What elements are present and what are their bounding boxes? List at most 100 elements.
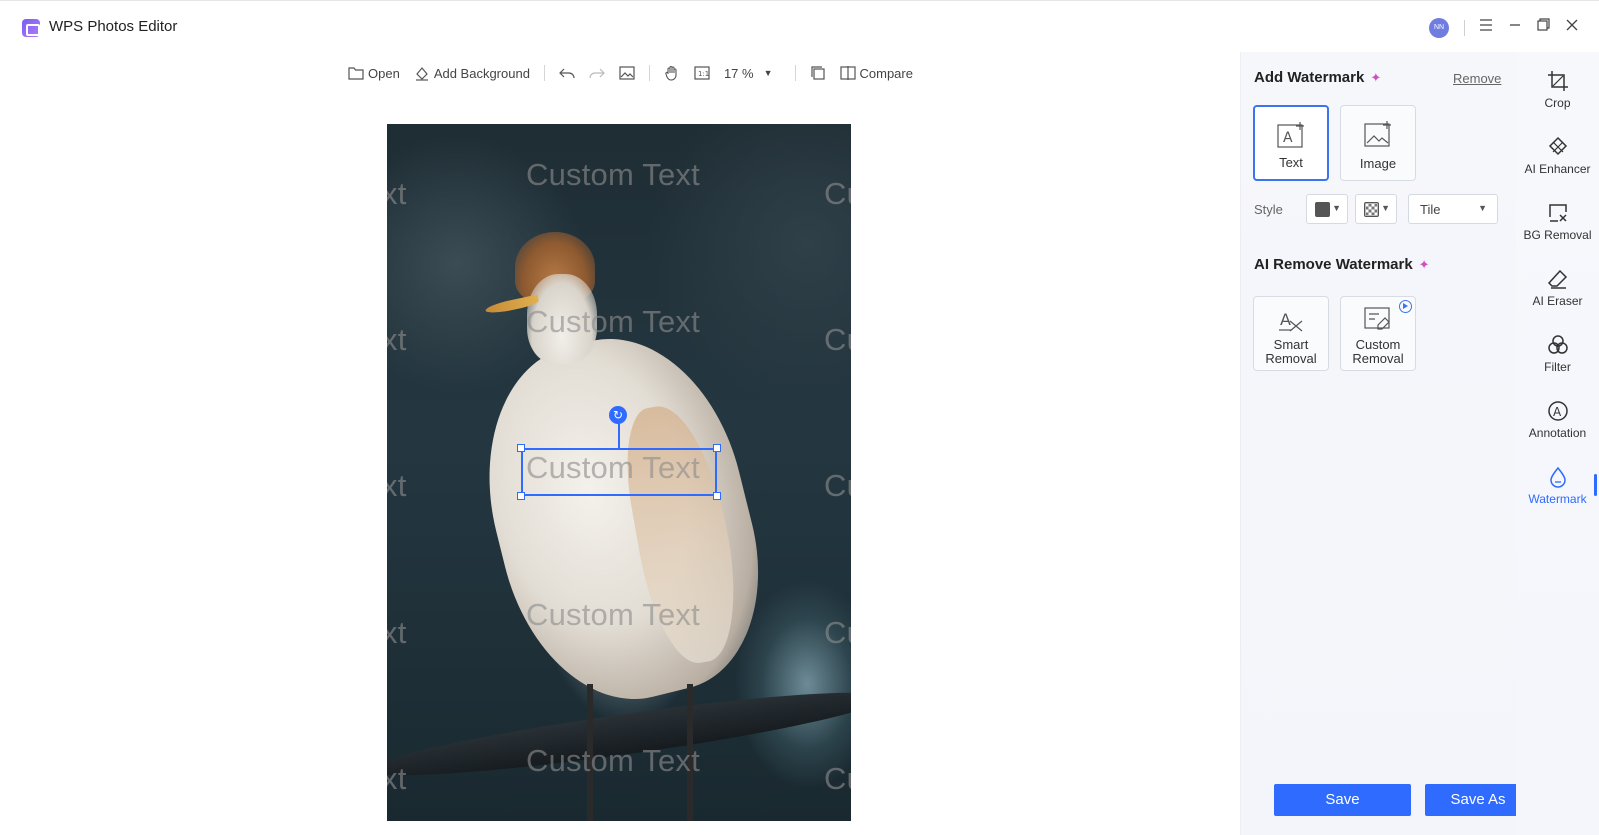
toolbar-divider bbox=[794, 65, 796, 81]
watermark-panel: Add Watermark ✦ Remove A Text Image Style… bbox=[1240, 52, 1516, 835]
watermark-text-fragment: Cu bbox=[824, 322, 851, 357]
add-background-label: Add Background bbox=[433, 65, 530, 81]
watermark-text: Custom Text bbox=[526, 304, 700, 339]
hand-icon bbox=[665, 65, 677, 81]
close-icon[interactable] bbox=[1562, 17, 1582, 37]
custom-removal-icon bbox=[1364, 307, 1390, 330]
text-add-icon: A bbox=[1277, 122, 1304, 148]
compare-button[interactable]: Compare bbox=[839, 65, 913, 81]
watermark-text: Custom Text bbox=[526, 743, 700, 778]
layout-value: Tile bbox=[1420, 202, 1441, 217]
app-logo-icon bbox=[22, 19, 40, 37]
svg-text:A: A bbox=[1553, 405, 1562, 419]
smart-removal-line2: Removal bbox=[1265, 351, 1317, 366]
zoom-level[interactable]: 17 % bbox=[724, 66, 754, 81]
add-watermark-title: Add Watermark ✦ bbox=[1254, 69, 1381, 86]
menu-icon[interactable] bbox=[1476, 17, 1496, 37]
resize-handle[interactable] bbox=[517, 492, 525, 500]
rail-item-watermark[interactable]: Watermark bbox=[1516, 466, 1599, 526]
resize-handle[interactable] bbox=[713, 492, 721, 500]
add-background-button[interactable]: Add Background bbox=[414, 65, 530, 81]
watermark-selection-box[interactable] bbox=[521, 448, 717, 496]
sparkle-icon: ✦ bbox=[1418, 257, 1430, 272]
remove-watermark-link[interactable]: Remove bbox=[1453, 71, 1501, 86]
rail-item-bg-removal[interactable]: BG Removal bbox=[1516, 202, 1599, 262]
rail-item-label: BG Removal bbox=[1523, 228, 1592, 242]
active-tab-indicator bbox=[1594, 474, 1597, 496]
rail-item-label: Filter bbox=[1544, 360, 1571, 374]
restore-icon[interactable] bbox=[1533, 17, 1553, 37]
color-picker-dropdown[interactable]: ▼ bbox=[1306, 194, 1348, 224]
compare-label: Compare bbox=[859, 65, 913, 81]
open-button[interactable]: Open bbox=[348, 66, 400, 81]
resize-handle[interactable] bbox=[713, 444, 721, 452]
redo-button[interactable] bbox=[589, 66, 605, 80]
play-tutorial-icon[interactable] bbox=[1399, 300, 1412, 313]
color-swatch bbox=[1315, 202, 1330, 217]
image-canvas[interactable]: Custom Text xt Cu Custom Text xt Cu Cust… bbox=[387, 124, 851, 821]
rail-item-ai-eraser[interactable]: AI Eraser bbox=[1516, 268, 1599, 328]
rail-item-label: Watermark bbox=[1528, 492, 1587, 506]
text-watermark-button[interactable]: A Text bbox=[1253, 105, 1329, 181]
image-icon bbox=[619, 66, 635, 80]
rotate-handle-icon[interactable]: ↻ bbox=[609, 406, 627, 424]
rail-item-label: Annotation bbox=[1528, 426, 1587, 440]
copy-icon bbox=[810, 66, 825, 80]
pan-tool-button[interactable] bbox=[664, 65, 680, 81]
minimize-icon[interactable] bbox=[1505, 17, 1525, 37]
user-avatar[interactable]: NN bbox=[1429, 18, 1449, 38]
opacity-dropdown[interactable]: ▼ bbox=[1355, 194, 1397, 224]
watermark-text-fragment: xt bbox=[387, 322, 407, 357]
custom-removal-label: Custom Removal bbox=[1341, 338, 1415, 366]
opacity-icon bbox=[1364, 202, 1379, 217]
rail-item-crop[interactable]: Crop bbox=[1516, 70, 1599, 130]
rail-item-filter[interactable]: Filter bbox=[1516, 334, 1599, 394]
tool-rail: Crop AI Enhancer BG Removal AI Eraser Fi… bbox=[1516, 52, 1599, 835]
resize-handle[interactable] bbox=[517, 444, 525, 452]
watermark-text-fragment: Cu bbox=[824, 468, 851, 503]
rail-item-label: AI Eraser bbox=[1532, 294, 1583, 308]
smart-removal-line1: Smart bbox=[1273, 337, 1309, 352]
zoom-dropdown-icon[interactable]: ▼ bbox=[764, 68, 773, 78]
copy-button[interactable] bbox=[810, 65, 826, 81]
app-title: WPS Photos Editor bbox=[49, 18, 178, 35]
rail-item-label: Crop bbox=[1544, 96, 1571, 110]
ai-remove-title-text: AI Remove Watermark bbox=[1254, 256, 1413, 273]
watermark-text-fragment: xt bbox=[387, 615, 407, 650]
image-button[interactable] bbox=[619, 66, 635, 80]
svg-text:1:1: 1:1 bbox=[698, 70, 709, 78]
undo-button[interactable] bbox=[559, 66, 575, 80]
layout-select[interactable]: Tile ▼ bbox=[1408, 194, 1498, 224]
watermark-text-fragment: xt bbox=[387, 468, 407, 503]
custom-removal-button[interactable]: Custom Removal bbox=[1340, 296, 1416, 371]
title-bar: WPS Photos Editor NN bbox=[0, 0, 1599, 52]
crop-icon bbox=[1547, 71, 1568, 91]
folder-icon bbox=[348, 67, 364, 80]
rotate-connector bbox=[618, 420, 620, 448]
chevron-down-icon: ▼ bbox=[1478, 203, 1487, 213]
style-label: Style bbox=[1254, 202, 1283, 217]
image-add-icon bbox=[1364, 121, 1391, 147]
ai-enhancer-icon bbox=[1548, 136, 1567, 156]
image-watermark-button[interactable]: Image bbox=[1340, 105, 1416, 181]
filter-icon bbox=[1547, 335, 1568, 354]
rail-item-ai-enhancer[interactable]: AI Enhancer bbox=[1516, 136, 1599, 196]
custom-removal-line2: Removal bbox=[1352, 351, 1404, 366]
sparkle-icon: ✦ bbox=[1370, 70, 1382, 85]
rail-item-label: AI Enhancer bbox=[1524, 162, 1591, 176]
bg-removal-icon bbox=[1548, 204, 1567, 222]
smart-removal-button[interactable]: A Smart Removal bbox=[1253, 296, 1329, 371]
rail-item-annotation[interactable]: A Annotation bbox=[1516, 400, 1599, 460]
save-button[interactable]: Save bbox=[1274, 784, 1411, 816]
toolbar-divider bbox=[648, 65, 650, 81]
smart-removal-label: Smart Removal bbox=[1254, 338, 1328, 366]
chevron-down-icon: ▼ bbox=[1332, 203, 1341, 213]
eraser-icon bbox=[1547, 269, 1567, 289]
watermark-icon bbox=[1549, 466, 1566, 488]
redo-icon bbox=[589, 68, 605, 79]
actual-size-button[interactable]: 1:1 bbox=[694, 66, 710, 80]
watermark-text: Custom Text bbox=[526, 157, 700, 192]
watermark-text-fragment: xt bbox=[387, 761, 407, 796]
svg-text:A: A bbox=[1283, 130, 1293, 146]
editor-toolbar: Open Add Background 1:1 17 % ▼ Compare bbox=[348, 62, 927, 84]
